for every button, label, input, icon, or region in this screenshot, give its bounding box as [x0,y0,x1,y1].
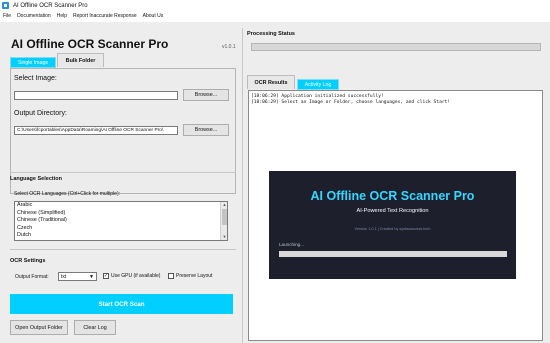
splash-screen: AI Offline OCR Scanner Pro AI-Powered Te… [269,171,516,279]
menu-about-us[interactable]: About Us [140,13,167,19]
menu-report-inaccurate-response[interactable]: Report Inaccurate Response [70,13,140,19]
select-image-label: Select Image: [14,75,57,82]
menu-documentation[interactable]: Documentation [14,13,54,19]
scroll-thumb[interactable] [221,209,227,225]
language-scrollbar[interactable]: ▲ ▼ [220,202,227,240]
language-hint: Select OCR Languages (Ctrl+Click for mul… [14,191,121,197]
checkbox-unchecked-icon [168,273,174,279]
menu-bar: File Documentation Help Report Inaccurat… [0,11,550,20]
language-listbox[interactable]: Arabic Chinese (Simplified) Chinese (Tra… [14,201,228,241]
splash-progress-bar [279,251,507,257]
list-item[interactable]: Arabic [15,202,227,210]
app-title: AI Offline OCR Scanner Pro [11,37,169,51]
preserve-layout-checkbox[interactable]: Preserve Layout [168,273,212,279]
start-ocr-button[interactable]: Start OCR Scan [10,294,233,314]
scroll-up-icon[interactable]: ▲ [221,202,228,208]
splash-version: Version 1.0.1 | Created by syntaxaccess.… [354,227,431,231]
output-directory-label: Output Directory: [14,110,67,117]
tab-ocr-results[interactable]: OCR Results [247,75,295,89]
title-bar: AI Offline OCR Scanner Pro [0,0,550,11]
use-gpu-label: Use GPU (if available) [111,273,161,279]
divider [10,172,236,173]
divider [10,249,236,250]
left-panel: AI Offline OCR Scanner Pro v1.0.1 Bulk F… [3,28,239,341]
image-path-input[interactable] [14,91,178,100]
list-item[interactable]: Dutch [15,232,227,240]
splash-subtitle: AI-Powered Text Recognition [356,208,429,214]
log-line: [18:06:29] Select an Image or Folder, ch… [251,100,451,105]
output-directory-input[interactable]: C:\Users\fcportables\AppData\Roaming\AI … [14,126,178,135]
splash-title: AI Offline OCR Scanner Pro [310,189,475,203]
output-format-select[interactable]: txt ▼ [58,272,97,281]
list-item[interactable]: Czech [15,225,227,233]
processing-status-heading: Processing Status [247,31,295,37]
scroll-down-icon[interactable]: ▼ [221,234,228,240]
clear-log-button[interactable]: Clear Log [74,320,116,335]
output-format-value: txt [61,273,67,280]
progress-fill [252,44,540,50]
tab-activity-log[interactable]: Activity Log [297,79,339,90]
preserve-layout-label: Preserve Layout [176,273,213,279]
menu-file[interactable]: File [0,13,14,19]
list-item[interactable]: Chinese (Traditional) [15,217,227,225]
use-gpu-checkbox[interactable]: ✓ Use GPU (if available) [103,273,160,279]
tab-bulk-folder[interactable]: Bulk Folder [57,53,104,67]
chevron-down-icon: ▼ [89,274,94,280]
window-title: AI Offline OCR Scanner Pro [13,2,88,9]
language-heading: Language Selection [10,176,62,182]
app-icon [2,2,9,9]
splash-status: Launching... [279,242,305,247]
browse-output-button[interactable]: Browse... [183,124,229,136]
open-output-folder-button[interactable]: Open Output Folder [10,320,68,335]
version-label: v1.0.1 [222,44,236,50]
main-area: AI Offline OCR Scanner Pro v1.0.1 Bulk F… [0,22,550,343]
checkbox-checked-icon: ✓ [103,272,109,279]
list-item[interactable]: Chinese (Simplified) [15,210,227,218]
ocr-settings-heading: OCR Settings [10,258,46,264]
output-format-label: Output Format: [15,274,49,280]
panel-divider[interactable] [242,28,243,343]
tab-single-image[interactable]: Single Image [10,57,56,68]
menu-help[interactable]: Help [54,13,70,19]
browse-image-button[interactable]: Browse... [183,89,229,101]
progress-bar [251,43,541,51]
